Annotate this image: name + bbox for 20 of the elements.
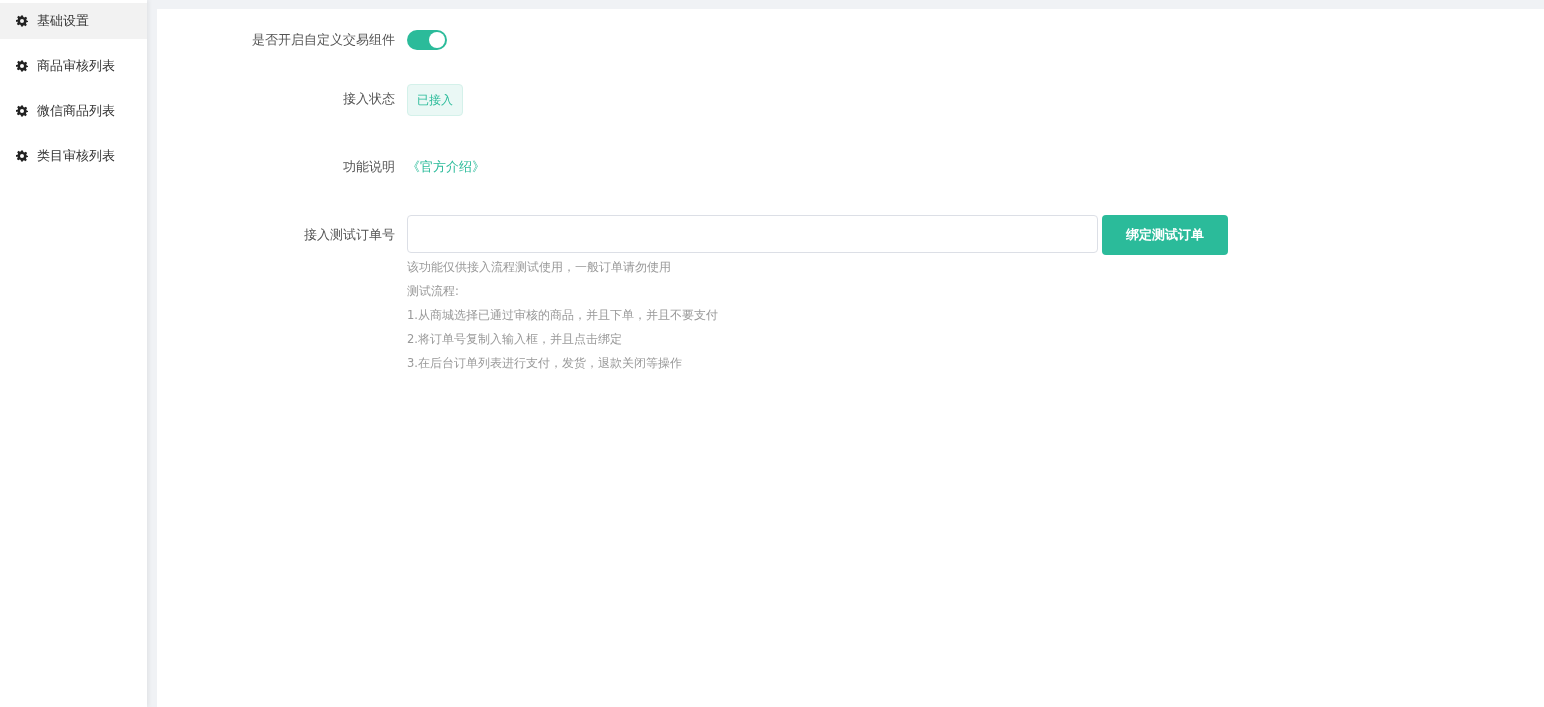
gear-icon xyxy=(16,60,28,72)
order-number-field[interactable] xyxy=(407,215,1098,253)
sidebar-item[interactable]: 微信商品列表 xyxy=(0,93,147,129)
sidebar-item[interactable]: 类目审核列表 xyxy=(0,138,147,174)
sidebar-item[interactable]: 基础设置 xyxy=(0,3,147,39)
field-label: 接入状态 xyxy=(342,90,396,108)
gear-icon xyxy=(16,150,28,162)
field-label: 是否开启自定义交易组件 xyxy=(251,31,396,49)
help-text: 2.将订单号复制入输入框，并且点击绑定 xyxy=(407,331,623,348)
field-label: 接入测试订单号 xyxy=(303,226,396,244)
gear-icon xyxy=(16,105,28,117)
gear-icon xyxy=(16,15,28,27)
help-text: 1.从商城选择已通过审核的商品，并且下单，并且不要支付 xyxy=(407,307,719,324)
status-tag: 已接入 xyxy=(407,84,463,116)
help-text: 测试流程: xyxy=(407,283,460,300)
sidebar-item[interactable]: 商品审核列表 xyxy=(0,48,147,84)
help-text: 该功能仅供接入流程测试使用，一般订单请勿使用 xyxy=(407,259,672,276)
field-label: 功能说明 xyxy=(342,158,396,176)
help-text: 3.在后台订单列表进行支付，发货，退款关闭等操作 xyxy=(407,355,683,372)
toggle-switch[interactable] xyxy=(407,30,447,50)
